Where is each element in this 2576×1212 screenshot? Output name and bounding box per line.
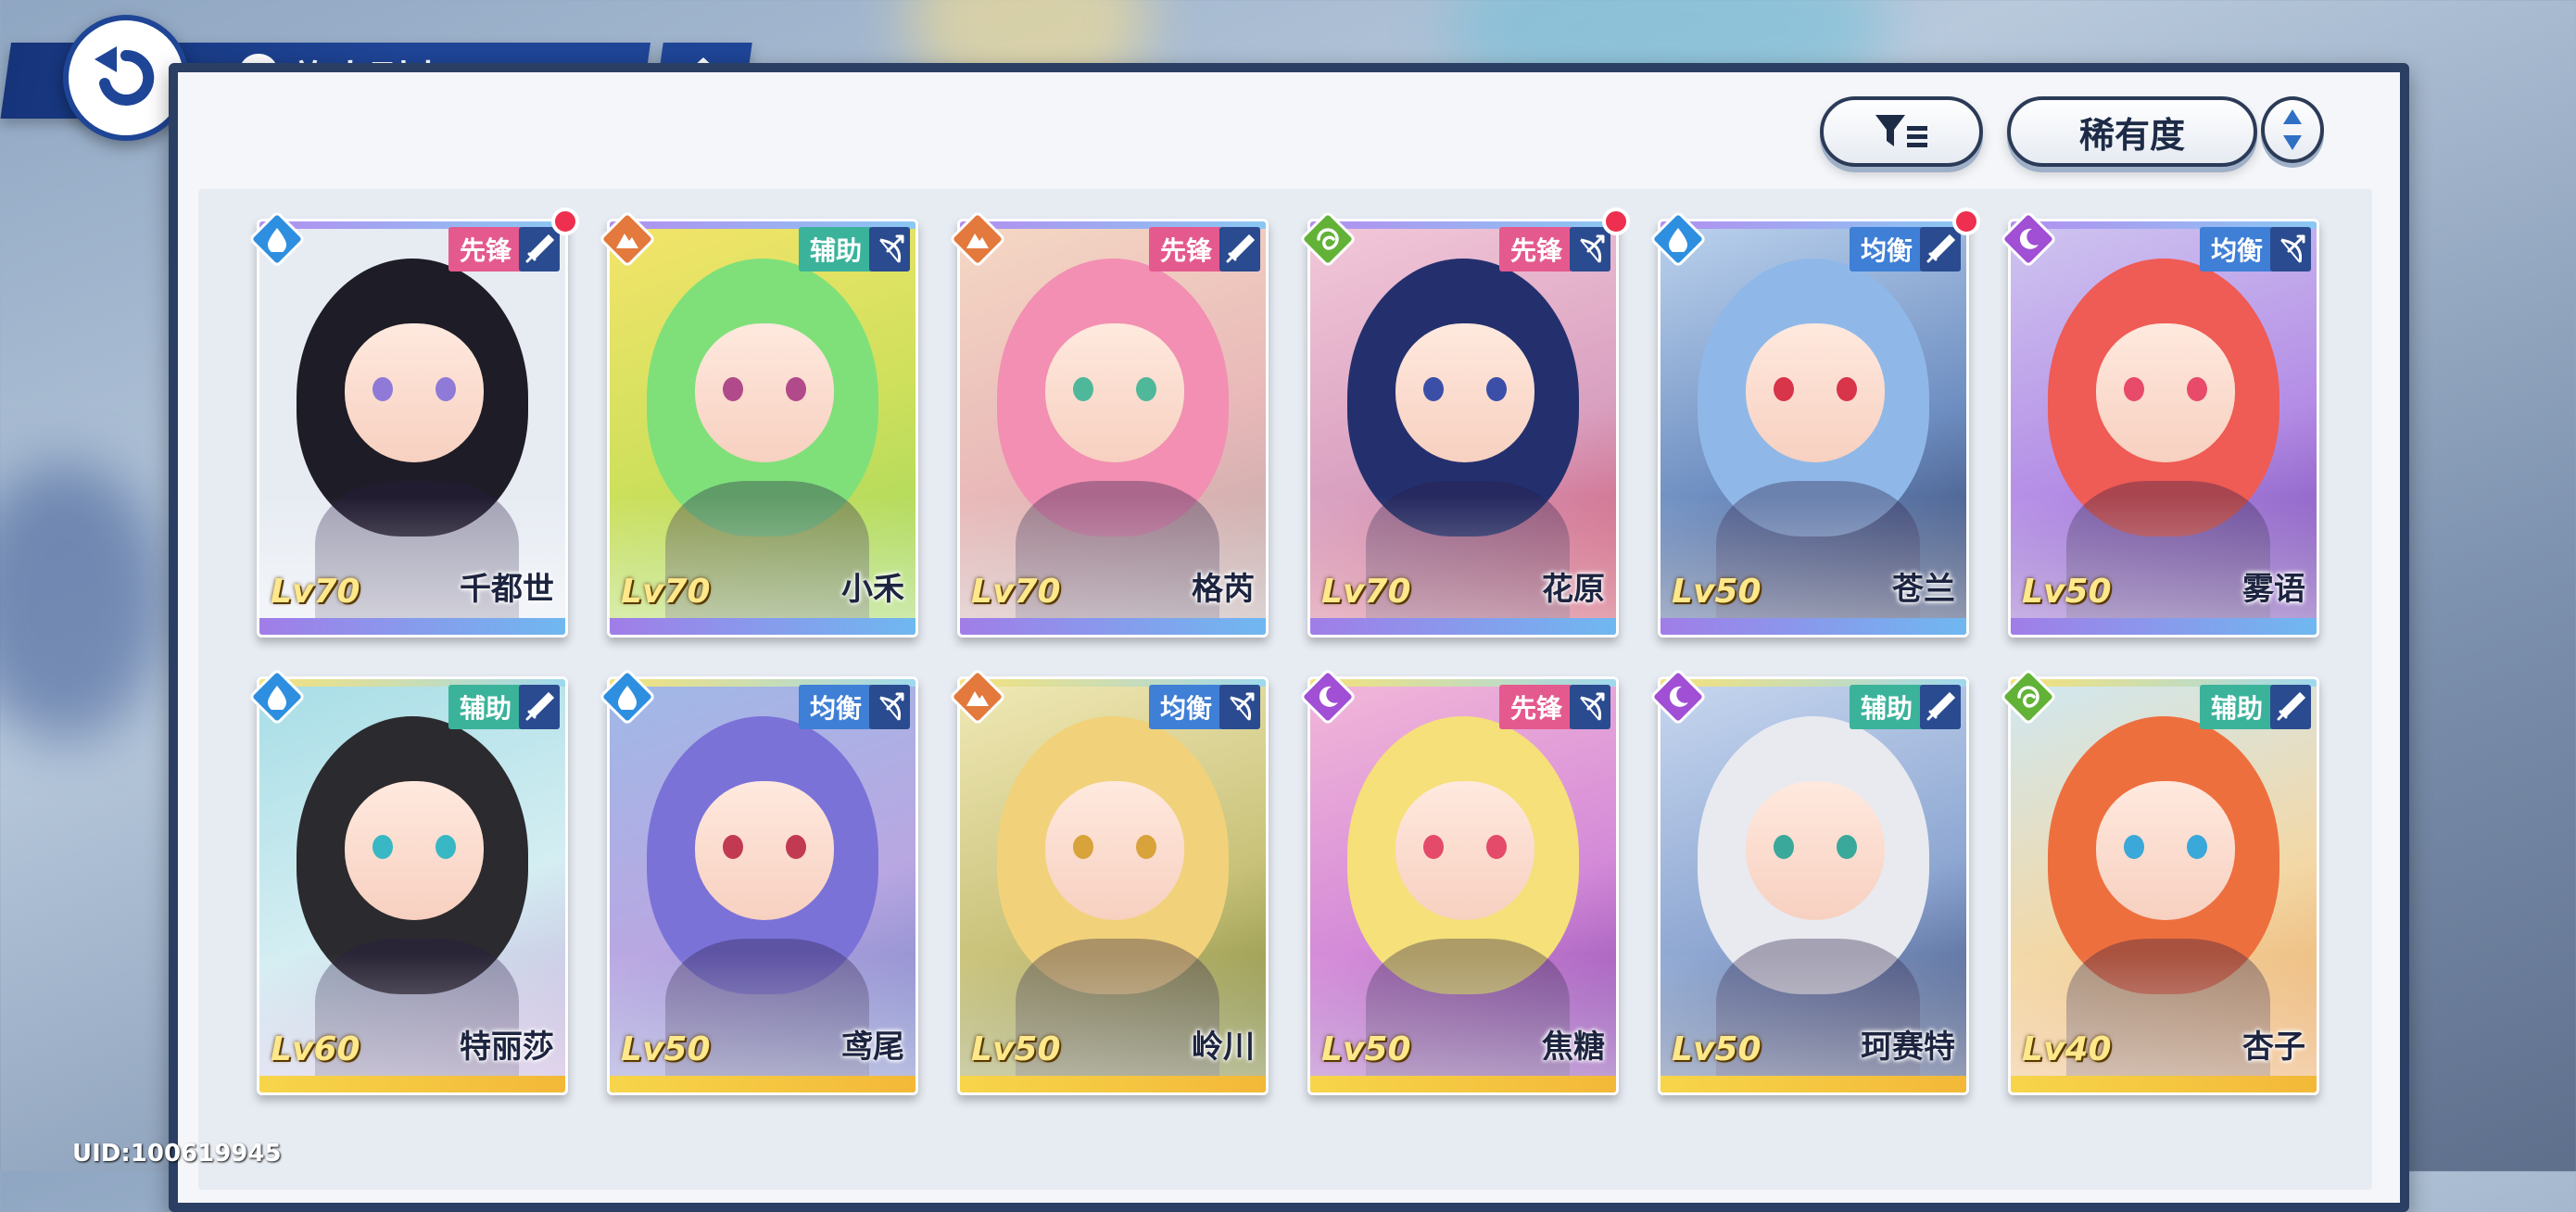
character-level: Lv70: [971, 573, 1061, 611]
new-badge: [1952, 208, 1980, 235]
role-tag: 均衡: [2199, 227, 2274, 271]
sword-icon: [1920, 227, 1961, 271]
bow-icon: [869, 227, 910, 271]
role-tag: 辅助: [798, 227, 873, 271]
earth-element-icon: [598, 209, 657, 269]
sword-icon: [1219, 227, 1260, 271]
moon-element-icon: [1298, 667, 1357, 726]
sort-order-toggle[interactable]: [2261, 96, 2324, 163]
water-element-icon: [247, 209, 307, 269]
character-name: 千都世: [460, 571, 554, 608]
sort-rarity-button[interactable]: 稀有度: [2007, 96, 2257, 167]
character-card[interactable]: Lv70 小禾 辅助: [598, 209, 918, 638]
filter-button[interactable]: [1820, 96, 1983, 167]
card-frame: Lv40 杏子 辅助: [2008, 676, 2319, 1095]
sword-icon: [519, 227, 560, 271]
character-name: 小禾: [841, 571, 904, 608]
role-tag: 辅助: [448, 685, 523, 729]
character-name: 焦糖: [1542, 1029, 1605, 1066]
character-name: 岭川: [1192, 1029, 1255, 1066]
character-name: 苍兰: [1892, 571, 1955, 608]
card-frame: Lv50 焦糖 先锋: [1307, 676, 1619, 1095]
bow-icon: [2270, 227, 2311, 271]
character-level: Lv50: [2022, 573, 2112, 611]
wind-element-icon: [1999, 667, 2058, 726]
character-card[interactable]: Lv40 杏子 辅助: [1999, 667, 2319, 1095]
character-name: 杏子: [2242, 1029, 2305, 1066]
card-frame: Lv50 鸢尾 均衡: [607, 676, 918, 1095]
character-card[interactable]: Lv60 特丽莎 辅助: [247, 667, 568, 1095]
user-id: UID:100619945: [72, 1140, 282, 1168]
character-card[interactable]: Lv50 雾语 均衡: [1999, 209, 2319, 638]
card-frame: Lv50 雾语 均衡: [2008, 219, 2319, 638]
wind-element-icon: [1298, 209, 1357, 269]
water-element-icon: [1648, 209, 1708, 269]
character-level: Lv70: [271, 573, 360, 611]
new-badge: [1602, 208, 1630, 235]
character-name: 珂赛特: [1861, 1029, 1955, 1066]
character-level: Lv50: [1672, 1030, 1762, 1068]
card-frame: Lv70 格芮 先锋: [957, 219, 1269, 638]
character-card[interactable]: Lv50 鸢尾 均衡: [598, 667, 918, 1095]
bow-icon: [1219, 685, 1260, 729]
sword-icon: [1920, 685, 1961, 729]
character-level: Lv50: [621, 1030, 711, 1068]
character-name: 格芮: [1192, 571, 1255, 608]
card-frame: Lv50 珂赛特 辅助: [1658, 676, 1969, 1095]
moon-element-icon: [1999, 209, 2058, 269]
role-tag: 先锋: [1148, 227, 1223, 271]
role-tag: 均衡: [1148, 685, 1223, 729]
card-frame: Lv50 苍兰 均衡: [1658, 219, 1969, 638]
role-tag: 辅助: [1849, 685, 1924, 729]
character-name: 花原: [1542, 571, 1605, 608]
water-element-icon: [598, 667, 657, 726]
bow-icon: [1570, 685, 1610, 729]
character-level: Lv50: [1672, 573, 1762, 611]
moon-element-icon: [1648, 667, 1708, 726]
role-tag: 均衡: [798, 685, 873, 729]
sword-icon: [2270, 685, 2311, 729]
role-tag: 均衡: [1849, 227, 1924, 271]
character-level: Lv60: [271, 1030, 360, 1068]
role-tag: 先锋: [448, 227, 523, 271]
character-name: 雾语: [2242, 571, 2305, 608]
sword-icon: [519, 685, 560, 729]
character-level: Lv50: [971, 1030, 1061, 1068]
earth-element-icon: [948, 667, 1007, 726]
filter-icon: [1875, 115, 1927, 147]
bow-icon: [869, 685, 910, 729]
character-card[interactable]: Lv50 岭川 均衡: [948, 667, 1269, 1095]
role-tag: 辅助: [2199, 685, 2274, 729]
character-name: 鸢尾: [841, 1029, 904, 1066]
character-level: Lv70: [621, 573, 711, 611]
character-card[interactable]: Lv50 焦糖 先锋: [1298, 667, 1619, 1095]
role-tag: 先锋: [1498, 227, 1573, 271]
new-badge: [551, 208, 579, 235]
character-name: 特丽莎: [460, 1029, 554, 1066]
sort-arrows-icon: [2283, 109, 2302, 150]
character-level: Lv50: [1321, 1030, 1411, 1068]
character-card[interactable]: Lv70 千都世 先锋: [247, 208, 579, 638]
water-element-icon: [247, 667, 307, 726]
card-frame: Lv60 特丽莎 辅助: [257, 676, 568, 1095]
character-level: Lv70: [1321, 573, 1411, 611]
back-arrow-icon: [95, 46, 155, 106]
card-frame: Lv70 花原 先锋: [1307, 219, 1619, 638]
character-card[interactable]: Lv50 珂赛特 辅助: [1648, 667, 1969, 1095]
character-card[interactable]: Lv50 苍兰 均衡: [1648, 208, 1980, 638]
character-level: Lv40: [2022, 1030, 2112, 1068]
role-tag: 先锋: [1498, 685, 1573, 729]
character-card[interactable]: Lv70 格芮 先锋: [948, 209, 1269, 638]
card-frame: Lv50 岭川 均衡: [957, 676, 1269, 1095]
background-glow: [0, 463, 167, 741]
card-frame: Lv70 小禾 辅助: [607, 219, 918, 638]
character-card[interactable]: Lv70 花原 先锋: [1298, 208, 1630, 638]
earth-element-icon: [948, 209, 1007, 269]
card-frame: Lv70 千都世 先锋: [257, 219, 568, 638]
bow-icon: [1570, 227, 1610, 271]
